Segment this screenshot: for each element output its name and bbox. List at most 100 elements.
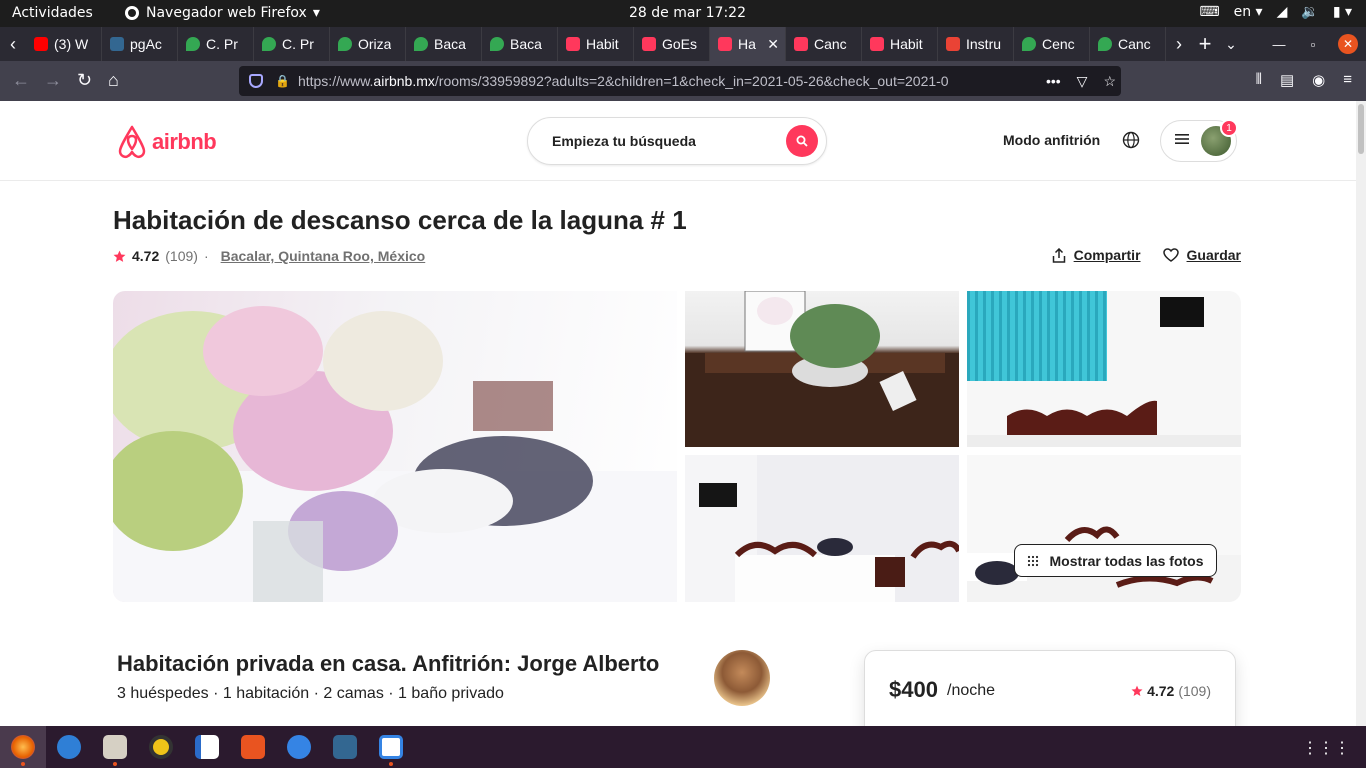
booking-reviews-link[interactable]: (109) [1178, 683, 1211, 699]
library-icon[interactable]: ⫴ [1256, 71, 1262, 89]
close-tab-icon[interactable]: ✕ [767, 36, 779, 53]
airbnb-logo[interactable]: airbnb [116, 125, 217, 159]
dock-writer[interactable] [184, 726, 230, 768]
search-button[interactable] [786, 125, 818, 157]
browser-tab[interactable]: C. Pr [178, 27, 254, 61]
search-icon [796, 135, 808, 147]
tab-label: (3) W [54, 36, 89, 52]
scrollbar-thumb[interactable] [1358, 104, 1364, 154]
tab-strip: ‹ (3) W pgAc C. Pr C. Pr Oriza Baca Baca Habit G… [0, 27, 1366, 61]
minimize-button[interactable]: — [1262, 37, 1296, 52]
beds-photo[interactable] [967, 455, 1241, 602]
search-bar[interactable]: Empieza tu búsqueda [527, 117, 827, 165]
language-globe-icon[interactable] [1122, 131, 1140, 154]
rhythmbox-icon [149, 735, 173, 759]
tracking-protection-icon[interactable] [249, 74, 263, 88]
main-photo[interactable] [113, 291, 677, 602]
system-top-bar: Actividades Navegador web Firefox ▾ 28 d… [0, 0, 1366, 27]
show-all-photos-button[interactable]: Mostrar todas las fotos [1014, 544, 1217, 577]
dock-rhythmbox[interactable] [138, 726, 184, 768]
browser-tab[interactable]: Oriza [330, 27, 406, 61]
browser-tab[interactable]: C. Pr [254, 27, 330, 61]
dock-pgadmin[interactable] [322, 726, 368, 768]
browser-tab[interactable]: Canc [1090, 27, 1166, 61]
maps-pin-icon [262, 37, 276, 51]
share-button[interactable]: Compartir [1052, 247, 1141, 263]
reviews-link[interactable]: (109) [165, 248, 198, 264]
airbnb-logo-icon [118, 125, 146, 159]
browser-tab[interactable]: Cenc [1014, 27, 1090, 61]
page-actions-button[interactable]: ••• [1046, 73, 1061, 90]
tab-label: Canc [814, 36, 847, 52]
browser-tab[interactable]: Baca [406, 27, 482, 61]
tab-label: Baca [434, 36, 466, 52]
page-scrollbar[interactable] [1356, 101, 1366, 726]
home-button[interactable]: ⌂ [108, 70, 119, 91]
browser-tab[interactable]: Ha ✕ [710, 27, 786, 61]
nightstand-photo[interactable] [685, 291, 959, 447]
bookmark-star-icon[interactable]: ☆ [1103, 73, 1116, 90]
pocket-icon[interactable]: ▽ [1077, 73, 1088, 90]
web-page: airbnb Empieza tu búsqueda Modo anfitrió… [0, 101, 1356, 726]
system-tray[interactable]: ⌨ en ▾ ◢ 🔉 ▮ ▾ [1199, 4, 1352, 20]
show-applications-icon[interactable]: ⋮⋮⋮ [1302, 738, 1350, 758]
browser-tab[interactable]: Habit [862, 27, 938, 61]
browser-tab[interactable]: pgAc [102, 27, 178, 61]
location-link[interactable]: Bacalar, Quintana Roo, México [221, 248, 426, 264]
lock-icon[interactable]: 🔒 [275, 74, 290, 88]
url-bar[interactable]: 🔒 https://www.airbnb.mx/rooms/33959892?a… [239, 66, 1121, 96]
tab-scroll-left-button[interactable]: ‹ [0, 27, 26, 61]
tab-label: C. Pr [282, 36, 314, 52]
account-icon[interactable]: ◉ [1312, 71, 1325, 89]
back-button[interactable]: ← [12, 70, 30, 91]
dock-firefox[interactable] [0, 726, 46, 768]
browser-tab[interactable]: Habit [558, 27, 634, 61]
keyboard-icon[interactable]: ⌨ [1199, 4, 1219, 20]
wifi-icon[interactable]: ◢ [1277, 4, 1288, 20]
site-header: airbnb Empieza tu búsqueda Modo anfitrió… [0, 101, 1356, 181]
clock[interactable]: 28 de mar 17:22 [629, 5, 746, 21]
dock-files[interactable] [92, 726, 138, 768]
reload-button[interactable]: ↻ [77, 70, 92, 91]
browser-tab[interactable]: Instru [938, 27, 1014, 61]
browser-tab[interactable]: Canc [786, 27, 862, 61]
tab-label: Cenc [1042, 36, 1075, 52]
url-text[interactable]: https://www.airbnb.mx/rooms/33959892?adu… [298, 73, 1038, 89]
tab-label: Oriza [358, 36, 392, 52]
maps-pin-icon [1098, 37, 1112, 51]
tab-label: GoEs [662, 36, 698, 52]
dock-thunderbird[interactable] [46, 726, 92, 768]
language-indicator[interactable]: en ▾ [1234, 4, 1263, 20]
meta-separator: · [203, 248, 209, 264]
save-button[interactable]: Guardar [1162, 247, 1241, 263]
bedroom-photo[interactable] [685, 455, 959, 602]
window-photo[interactable] [967, 291, 1241, 447]
tab-label: Habit [586, 36, 619, 52]
host-avatar[interactable] [714, 650, 770, 706]
dock-text-editor[interactable] [368, 726, 414, 768]
listing-title: Habitación de descanso cerca de la lagun… [113, 205, 687, 235]
gmail-icon [946, 37, 960, 51]
user-menu-button[interactable]: 1 [1160, 119, 1238, 162]
browser-tab[interactable]: Baca [482, 27, 558, 61]
app-menu[interactable]: Navegador web Firefox ▾ [124, 5, 320, 21]
dock-software[interactable] [230, 726, 276, 768]
list-all-tabs-button[interactable]: ⌄ [1218, 27, 1244, 61]
new-tab-button[interactable]: + [1192, 27, 1218, 61]
battery-icon[interactable]: ▮ ▾ [1333, 4, 1352, 20]
tab-scroll-right-button[interactable]: › [1166, 27, 1192, 61]
forward-button[interactable]: → [44, 70, 62, 91]
close-window-button[interactable]: ✕ [1338, 34, 1358, 54]
host-mode-link[interactable]: Modo anfitrión [1003, 132, 1100, 148]
airbnb-icon [794, 37, 808, 51]
volume-icon[interactable]: 🔉 [1301, 4, 1318, 20]
activities-button[interactable]: Actividades [12, 5, 93, 21]
browser-tab[interactable]: GoEs [634, 27, 710, 61]
sidebar-icon[interactable]: ▤ [1280, 71, 1294, 89]
nightstand-photo-image [685, 291, 959, 447]
dock-help[interactable] [276, 726, 322, 768]
maximize-button[interactable]: ▫ [1296, 37, 1330, 52]
thunderbird-icon [57, 735, 81, 759]
menu-icon[interactable]: ≡ [1343, 71, 1352, 89]
browser-tab[interactable]: (3) W [26, 27, 102, 61]
